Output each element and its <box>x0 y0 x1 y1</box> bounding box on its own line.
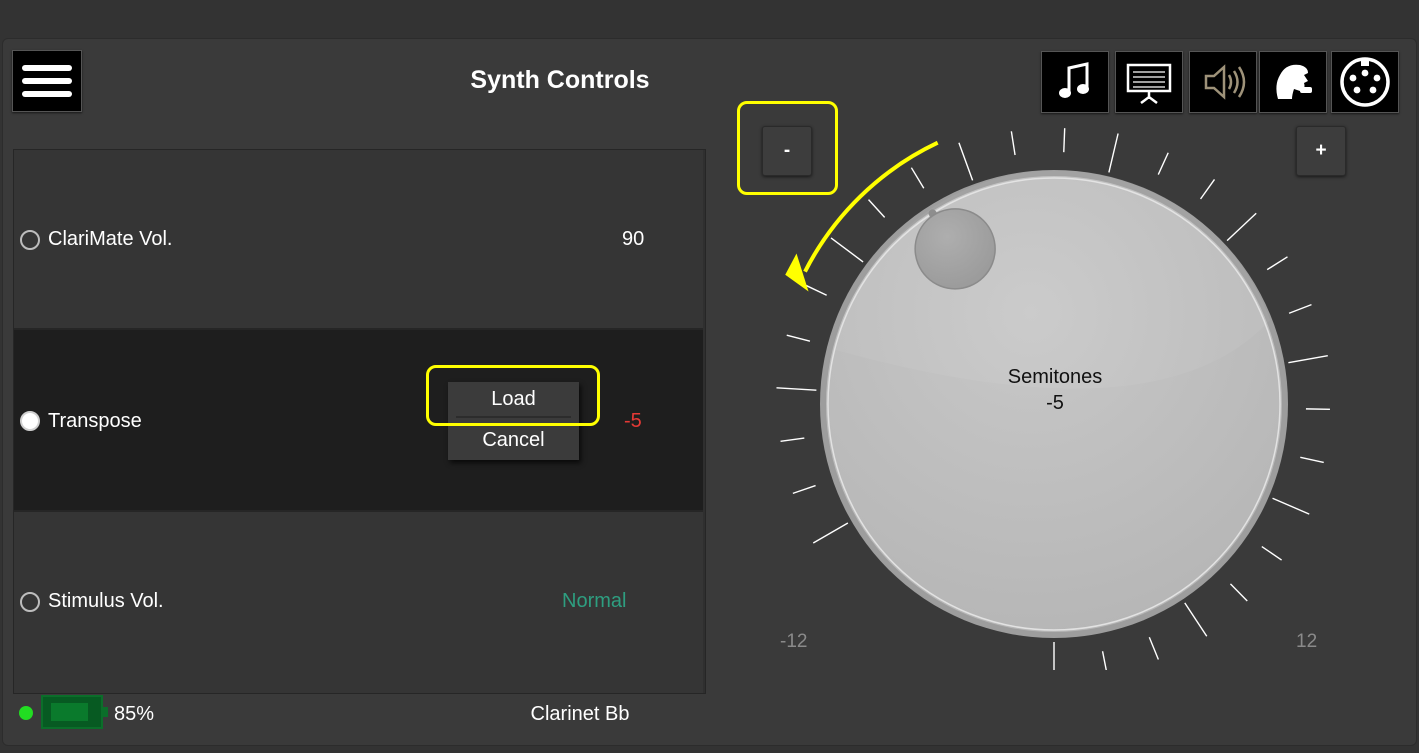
knob-label: Semitones <box>1007 366 1103 388</box>
knob-tick <box>1101 651 1107 670</box>
knob-tick <box>804 284 827 296</box>
knob-tick <box>1288 355 1328 364</box>
knob-tick <box>1229 583 1248 602</box>
knob-tick <box>1184 602 1208 637</box>
knob-tick <box>1108 133 1119 173</box>
knob-tick <box>1288 303 1312 314</box>
knob-tick <box>1226 212 1257 242</box>
cancel-menu-item[interactable]: Cancel <box>448 429 579 452</box>
knob-tick <box>1063 128 1066 153</box>
knob-tick <box>780 437 805 443</box>
knob-tick <box>1010 131 1016 156</box>
knob-tick <box>1272 497 1310 515</box>
knob-tick <box>868 199 886 218</box>
music-stand-button[interactable] <box>1115 51 1183 113</box>
midi-icon <box>1340 57 1390 107</box>
knob-tick <box>1148 637 1160 660</box>
radio-button[interactable] <box>20 230 40 250</box>
list-item-stimulus-vol[interactable]: Stimulus Vol. Normal <box>14 512 703 693</box>
knob-sheen <box>836 170 1270 389</box>
connection-status-dot <box>19 706 33 720</box>
scale-min-label: -12 <box>780 631 808 652</box>
row-label: ClariMate Vol. <box>48 228 173 250</box>
page-title: Synth Controls <box>470 66 650 94</box>
midi-button[interactable] <box>1331 51 1399 113</box>
music-note-icon <box>1059 62 1089 98</box>
knob-tick <box>1199 179 1216 200</box>
knob-indicator <box>914 208 996 290</box>
row-value: -5 <box>624 410 642 432</box>
player-icon <box>1276 64 1312 99</box>
radio-button[interactable] <box>20 592 40 612</box>
player-button[interactable] <box>1259 51 1327 113</box>
arrow-head-icon <box>785 253 809 292</box>
row-value: Normal <box>562 590 627 612</box>
speaker-icon <box>1204 64 1246 100</box>
music-stand-icon <box>1126 63 1172 104</box>
list-item-clarimate-vol[interactable]: ClariMate Vol. 90 <box>14 150 703 330</box>
speaker-button[interactable] <box>1189 51 1257 113</box>
knob-tick <box>830 237 864 263</box>
knob-tick <box>812 522 849 544</box>
knob-readout: Semitones -5 <box>960 364 1150 416</box>
knob-tick <box>792 484 816 495</box>
radio-button[interactable] <box>20 411 40 431</box>
parameter-list: ClariMate Vol. 90 Transpose -5 Stimulus … <box>13 149 706 694</box>
knob-tick <box>1300 456 1324 464</box>
row-value: 90 <box>622 228 645 250</box>
instrument-name: Clarinet Bb <box>530 703 630 725</box>
knob-value: -5 <box>1046 392 1064 414</box>
music-note-button[interactable] <box>1041 51 1109 113</box>
row-label: Stimulus Vol. <box>48 590 164 612</box>
load-highlight <box>426 365 600 426</box>
knob-tick <box>786 334 811 342</box>
battery-icon <box>41 695 108 729</box>
knob-tick <box>1261 545 1283 561</box>
list-item-transpose[interactable]: Transpose -5 <box>14 330 703 512</box>
knob-tick <box>776 387 817 391</box>
battery-percent: 85% <box>114 703 155 725</box>
row-label: Transpose <box>48 410 142 432</box>
menu-button[interactable] <box>12 50 82 112</box>
scale-max-label: 12 <box>1296 631 1318 652</box>
knob-tick <box>1157 152 1169 175</box>
knob-tick <box>1266 256 1288 271</box>
knob-tick <box>910 167 925 189</box>
knob-tick <box>958 142 974 181</box>
